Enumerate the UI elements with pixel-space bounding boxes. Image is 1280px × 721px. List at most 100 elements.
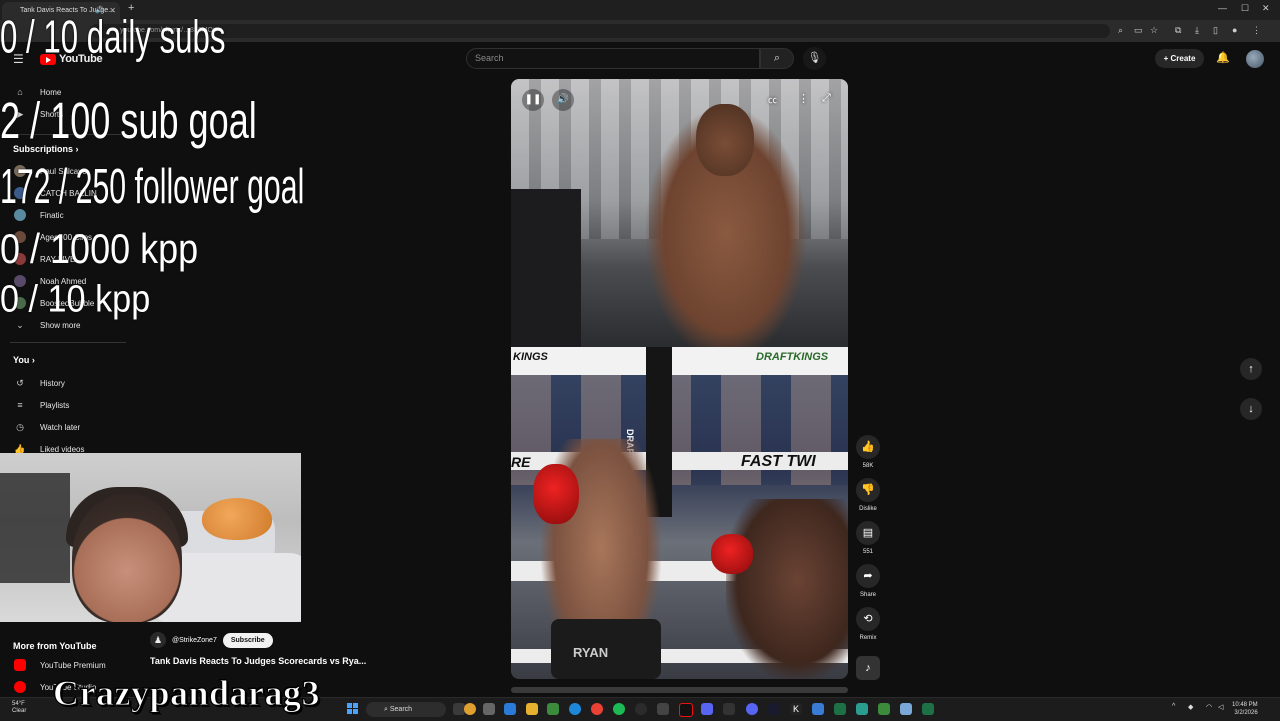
volume-icon: 🔊 [556,94,570,105]
sound-source-button[interactable]: ♪ [856,656,880,680]
channel-avatar[interactable]: ♟ [150,632,166,648]
browser-menu-icon[interactable]: ⋮ [1252,25,1261,36]
captions-icon[interactable]: ㏄ [768,93,777,106]
taskbar-search[interactable]: ⌕ Search [366,702,446,717]
account-avatar[interactable] [1246,50,1264,68]
tiktok-icon[interactable] [679,703,693,717]
discord-icon[interactable] [746,703,758,715]
create-label: Create [1170,54,1196,63]
tray-chevron-icon[interactable]: ^ [1172,703,1175,710]
previous-short-button[interactable]: ↑ [1240,358,1262,380]
bookmark-star-icon[interactable]: ☆ [1150,25,1158,36]
taskbar-clock[interactable]: 10:48 PM 3/2/2026 [1232,701,1258,717]
video-progress-bar[interactable] [511,687,848,693]
overlay-sub-goal: 2 / 100 sub goal [0,93,257,150]
app-icon[interactable] [701,703,713,715]
chrome-icon[interactable] [591,703,603,715]
comments-button[interactable]: ▤ 551 [856,521,880,555]
zoom-icon[interactable]: ⌕ [1118,25,1123,36]
profile-icon[interactable]: ● [1232,25,1237,35]
next-short-button[interactable]: ↓ [1240,398,1262,420]
search-button[interactable]: ⌕ [760,48,794,69]
app-icon[interactable] [900,703,912,715]
sidebar-item-label: Playlists [40,400,70,410]
clock-date: 3/2/2026 [1234,710,1258,716]
fullscreen-icon[interactable]: ⤢ [822,92,831,105]
notifications-bell-icon[interactable]: 🔔 [1216,51,1230,64]
weather-widget[interactable]: 54°F Clear [12,701,26,715]
app-icon[interactable] [483,703,495,715]
more-from-youtube-heading: More from YouTube [13,641,97,651]
app-icon[interactable] [812,703,824,715]
sidebar-item-history[interactable]: ↺ History [14,376,65,390]
windows-start-icon[interactable] [347,703,358,714]
sponsor-text-right: DRAFTKINGS [756,351,829,363]
speaker-tray-icon[interactable]: ◁ [1218,703,1223,711]
sidebar-item-premium[interactable]: YouTube Premium [14,658,106,672]
weather-desc: Clear [12,708,27,714]
app-icon[interactable] [723,703,735,715]
share-label: Share [859,592,876,598]
remix-icon: ⟲ [856,607,880,631]
app-icon[interactable] [834,703,846,715]
app-icon[interactable] [657,703,669,715]
remix-button[interactable]: ⟲ Remix [856,607,880,641]
cast-icon[interactable]: ▭ [1134,25,1143,36]
search-input[interactable]: Search [466,48,760,69]
sidebar-item-playlists[interactable]: ≡ Playlists [14,398,69,412]
chevron-down-icon: ⌄ [16,319,24,330]
search-icon: ⌕ [773,52,781,64]
youtube-premium-icon [14,659,26,671]
overlay-follower-goal: 172 / 250 follower goal [0,158,305,214]
channel-row: ♟ @StrikeZone7 Subscribe [150,632,273,648]
clock-time: 10:48 PM [1232,702,1258,708]
video-fighter-right [726,499,848,679]
sidebar-item-watch-later[interactable]: ◷ Watch later [14,420,80,434]
wifi-icon[interactable]: ◠ [1206,703,1212,711]
video-person-left [511,189,581,359]
spotify-icon[interactable] [613,703,625,715]
like-button[interactable]: 👍 58K [856,435,880,469]
window-close-button[interactable]: ✕ [1262,3,1270,14]
download-icon[interactable]: ⤓ [1195,25,1199,36]
dislike-button[interactable]: 👎 Dislike [856,478,880,512]
subscribe-button[interactable]: Subscribe [222,632,273,648]
app-icon[interactable] [547,703,559,715]
pause-button[interactable]: ❚❚ [522,89,544,111]
address-bar[interactable]: youtube.com/shorts/…836MOtI [90,24,1110,38]
excel-icon[interactable] [922,703,934,715]
tray-app-icon[interactable]: ◆ [1188,703,1193,711]
sidebar-item-label: Watch later [40,422,81,432]
minimize-button[interactable]: — [1218,3,1227,13]
app-icon[interactable]: K [790,703,802,715]
maximize-button[interactable]: ☐ [1241,3,1249,14]
voice-search-button[interactable]: 🎙 [803,47,826,70]
volume-button[interactable]: 🔊 [552,89,574,111]
more-options-icon[interactable]: ⋮ [798,92,809,105]
webcam-chair [0,473,70,583]
app-icon[interactable] [635,703,647,715]
edge-icon[interactable] [569,703,581,715]
file-explorer-icon[interactable] [526,703,538,715]
app-icon[interactable] [504,703,516,715]
banner-text-left: RE [511,454,531,470]
create-button[interactable]: + Create [1155,49,1204,68]
video-glove-red [533,464,579,524]
channel-handle[interactable]: @StrikeZone7 [172,637,217,644]
shorts-text: RYAN [573,645,609,660]
app-icon[interactable] [856,703,868,715]
app-icon[interactable] [878,703,890,715]
video-title[interactable]: Tank Davis Reacts To Judges Scorecards v… [150,656,366,666]
app-icon[interactable] [464,703,476,715]
extensions-icon[interactable]: ⧉ [1175,25,1181,36]
sidepanel-icon[interactable]: ▯ [1213,25,1218,36]
overlay-kpp-1000: 0 / 1000 kpp [0,226,199,273]
webcam-feed [0,453,301,622]
taskbar-search-label: Search [389,706,413,713]
shorts-video-player[interactable]: KINGS DRAFTKINGS RE FAST TWI DRAFTKINGS … [511,79,848,679]
streamer-watermark: Crazypandarag3 [53,673,321,714]
share-button[interactable]: ➦ Share [856,564,880,598]
you-heading[interactable]: You › [13,355,35,365]
steam-icon[interactable] [768,703,780,715]
like-count: 58K [862,463,874,469]
